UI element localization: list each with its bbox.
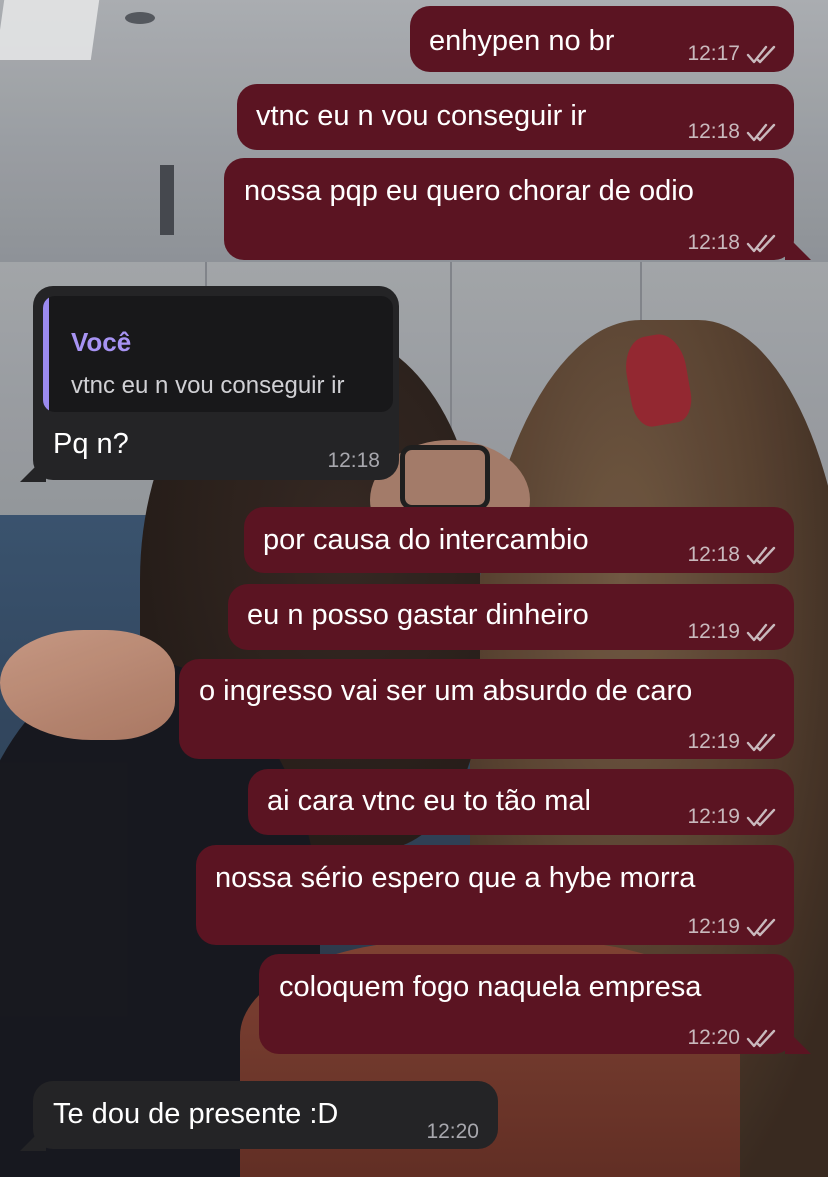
message-text: nossa pqp eu quero chorar de odio — [244, 175, 694, 207]
double-check-icon — [746, 808, 776, 827]
double-check-icon — [746, 623, 776, 642]
message-text: coloquem fogo naquela empresa — [279, 971, 702, 1003]
message-meta: 12:19 — [687, 909, 778, 945]
double-check-icon — [746, 733, 776, 752]
message-meta: 12:19 — [687, 799, 778, 835]
reply-text: vtnc eu n vou conseguir ir — [71, 372, 345, 399]
outgoing-message[interactable]: nossa sério espero que a hybe morra 12:1… — [196, 845, 794, 945]
message-time: 12:20 — [426, 1120, 479, 1143]
reply-quote[interactable]: Você vtnc eu n vou conseguir ir — [43, 296, 393, 412]
double-check-icon — [746, 918, 776, 937]
outgoing-message[interactable]: vtnc eu n vou conseguir ir 12:18 — [237, 84, 794, 150]
incoming-message[interactable]: Você vtnc eu n vou conseguir ir Pq n? 12… — [33, 286, 399, 480]
outgoing-message[interactable]: coloquem fogo naquela empresa 12:20 — [259, 954, 794, 1054]
message-time: 12:18 — [327, 449, 380, 472]
message-text: vtnc eu n vou conseguir ir — [256, 100, 587, 132]
message-time: 12:19 — [687, 730, 740, 753]
message-time: 12:19 — [687, 620, 740, 643]
outgoing-message[interactable]: eu n posso gastar dinheiro 12:19 — [228, 584, 794, 650]
message-text: o ingresso vai ser um absurdo de caro — [199, 675, 693, 707]
message-meta: 12:18 — [687, 537, 778, 573]
message-meta: 12:18 — [687, 225, 778, 261]
double-check-icon — [746, 123, 776, 142]
message-meta: 12:17 — [687, 36, 778, 72]
message-time: 12:20 — [687, 1026, 740, 1049]
message-time: 12:19 — [687, 805, 740, 828]
message-meta: 12:20 — [687, 1020, 778, 1056]
reply-author: Você — [71, 327, 132, 357]
message-time: 12:18 — [687, 120, 740, 143]
message-text: Te dou de presente :D — [53, 1098, 339, 1130]
message-text: Pq n? — [53, 428, 129, 460]
reply-accent-bar — [43, 296, 49, 412]
double-check-icon — [746, 234, 776, 253]
message-text: eu n posso gastar dinheiro — [247, 599, 589, 631]
message-list[interactable]: enhypen no br 12:17 vtnc eu n vou conseg… — [0, 0, 828, 1177]
outgoing-message[interactable]: enhypen no br 12:17 — [410, 6, 794, 72]
message-text: nossa sério espero que a hybe morra — [215, 862, 696, 894]
double-check-icon — [746, 45, 776, 64]
message-time: 12:19 — [687, 915, 740, 938]
message-text: enhypen no br — [429, 25, 615, 57]
message-text: por causa do intercambio — [263, 524, 589, 556]
double-check-icon — [746, 546, 776, 565]
outgoing-message[interactable]: ai cara vtnc eu to tão mal 12:19 — [248, 769, 794, 835]
message-time: 12:17 — [687, 42, 740, 65]
outgoing-message[interactable]: nossa pqp eu quero chorar de odio 12:18 — [224, 158, 794, 260]
bubble-tail — [785, 1028, 811, 1054]
message-text: ai cara vtnc eu to tão mal — [267, 785, 591, 817]
message-meta: 12:20 — [426, 1114, 479, 1150]
message-meta: 12:19 — [687, 614, 778, 650]
message-meta: 12:18 — [327, 443, 380, 479]
outgoing-message[interactable]: o ingresso vai ser um absurdo de caro 12… — [179, 659, 794, 759]
message-time: 12:18 — [687, 543, 740, 566]
double-check-icon — [746, 1029, 776, 1048]
message-meta: 12:19 — [687, 724, 778, 760]
message-meta: 12:18 — [687, 114, 778, 150]
incoming-message[interactable]: Te dou de presente :D 12:20 — [33, 1081, 498, 1149]
message-time: 12:18 — [687, 231, 740, 254]
outgoing-message[interactable]: por causa do intercambio 12:18 — [244, 507, 794, 573]
